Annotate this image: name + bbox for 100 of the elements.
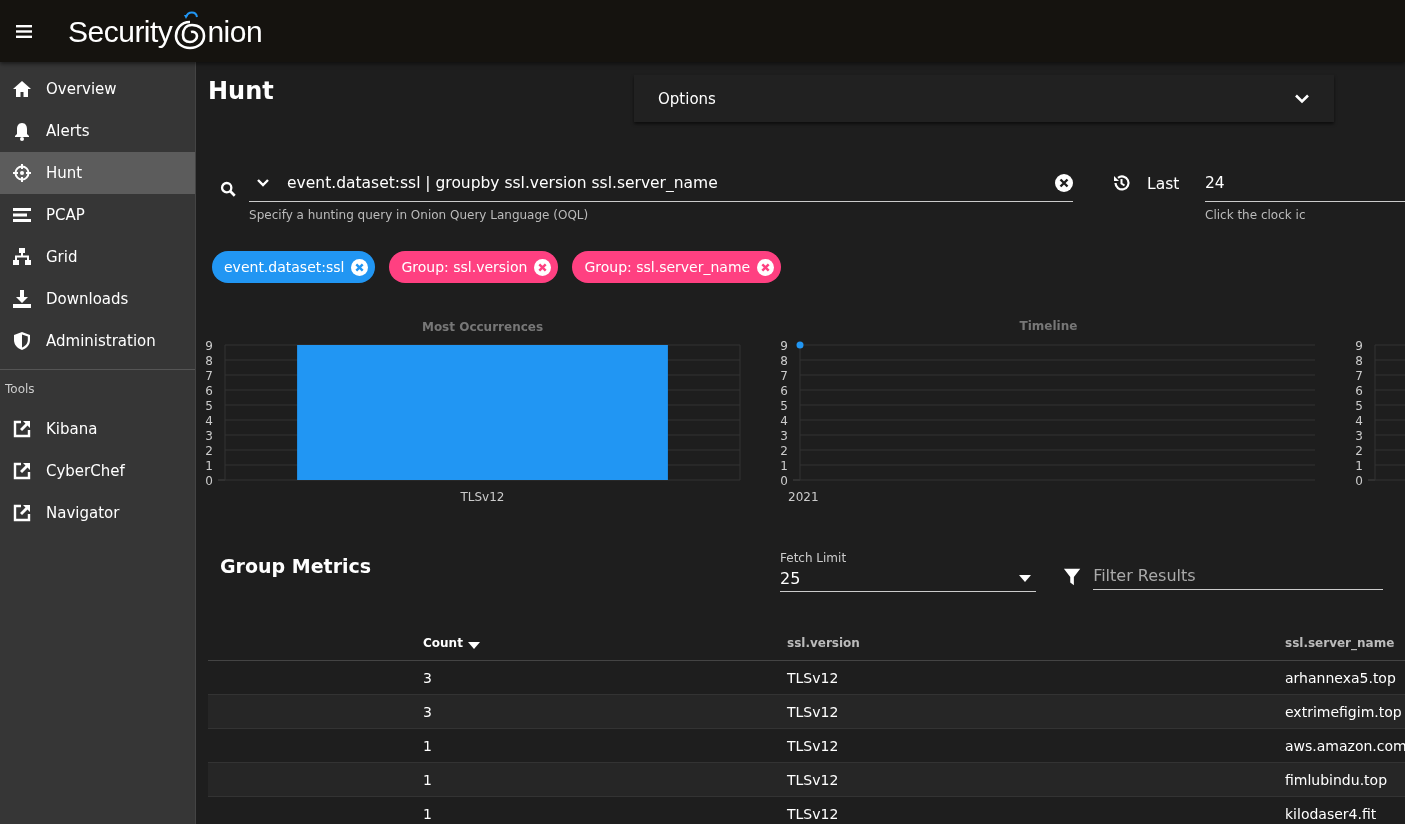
- external-link-icon: [12, 503, 32, 523]
- y-tick-label: 3: [780, 428, 788, 443]
- y-axis: 0 1 2 3 4 5 6 7 8 9: [780, 338, 801, 488]
- y-tick-label: 9: [1355, 338, 1363, 353]
- table-cell: fimlubindu.top: [1285, 771, 1388, 788]
- table-cell: TLSv12: [787, 669, 839, 686]
- column-header[interactable]: ssl.server_name: [1285, 636, 1395, 650]
- y-tick-label: 4: [780, 413, 788, 428]
- table-cell: 3: [423, 703, 432, 720]
- download-icon: [12, 289, 32, 309]
- chart-title: Timeline: [1018, 318, 1079, 335]
- y-tick-label: 9: [780, 338, 788, 353]
- table-cell: 1: [423, 805, 432, 822]
- y-tick-label: 6: [780, 383, 788, 398]
- nav-item[interactable]: Downloads: [0, 278, 195, 320]
- options-panel[interactable]: Options: [634, 75, 1334, 122]
- field-hint: Click the clock ic: [1205, 208, 1307, 222]
- nav-link[interactable]: Kibana: [0, 408, 195, 450]
- table-cell: aws.amazon.com: [1285, 737, 1405, 754]
- menu-icon[interactable]: [16, 24, 32, 38]
- y-tick-label: 0: [780, 473, 788, 488]
- network-icon: [12, 247, 32, 267]
- external-link-icon: [12, 461, 32, 481]
- table-cell: extrimefigim.top: [1285, 703, 1402, 720]
- y-tick-label: 8: [205, 353, 213, 368]
- nav-item[interactable]: Alerts: [0, 110, 195, 152]
- table-cell: TLSv12: [787, 805, 839, 822]
- shield-icon: [12, 331, 32, 351]
- y-tick-label: 7: [780, 368, 788, 383]
- section-title: Group Metrics: [220, 555, 373, 577]
- y-tick-label: 1: [780, 458, 788, 473]
- field-hint: Specify a hunting query in Onion Query Language (OQL): [249, 208, 590, 222]
- nav-link[interactable]: Navigator: [0, 492, 195, 534]
- range-label: Last: [1147, 175, 1181, 195]
- list-icon: [12, 205, 32, 225]
- y-tick-label: 1: [1355, 458, 1363, 473]
- section-heading: Tools: [4, 381, 36, 398]
- nav-item[interactable]: Administration: [0, 320, 195, 362]
- y-tick-label: 5: [205, 398, 213, 413]
- y-tick-label: 7: [1355, 368, 1363, 383]
- table-cell: TLSv12: [787, 771, 839, 788]
- y-tick-label: 8: [780, 353, 788, 368]
- y-tick-label: 5: [1355, 398, 1363, 413]
- x-tick-label: TLSv12: [460, 490, 505, 503]
- y-tick-label: 0: [1355, 473, 1363, 488]
- y-tick-label: 2: [1355, 443, 1363, 458]
- y-tick-label: 6: [205, 383, 213, 398]
- table-cell: TLSv12: [787, 703, 839, 720]
- nav-item[interactable]: Overview: [0, 68, 195, 110]
- y-tick-label: 4: [1355, 413, 1363, 428]
- data-point: [796, 341, 804, 349]
- column-header[interactable]: Count: [423, 636, 463, 650]
- table-cell: TLSv12: [787, 737, 839, 754]
- y-tick-label: 4: [205, 413, 213, 428]
- select-value: 25: [780, 568, 801, 588]
- caret-down-icon: [1019, 574, 1031, 582]
- y-tick-label: 5: [780, 398, 788, 413]
- y-tick-label: 9: [205, 338, 213, 353]
- bell-icon: [12, 121, 32, 141]
- y-axis: 0 1 2 3 4 5 6 7 8 9: [205, 338, 226, 488]
- table-cell: arhannexa5.top: [1285, 669, 1396, 686]
- y-tick-label: 7: [205, 368, 213, 383]
- y-tick-label: 2: [780, 443, 788, 458]
- y-tick-label: 1: [205, 458, 213, 473]
- field-label: Fetch Limit: [780, 551, 848, 565]
- logo-text: nion: [207, 16, 263, 47]
- page-title: Hunt: [208, 77, 275, 105]
- y-axis: 0 1 2 3 4 5 6 7 8 9: [1355, 338, 1376, 488]
- search-icon[interactable]: [220, 180, 237, 198]
- history-icon[interactable]: [1111, 173, 1131, 193]
- y-tick-label: 2: [205, 443, 213, 458]
- y-tick-label: 3: [205, 428, 213, 443]
- table-cell: 1: [423, 771, 432, 788]
- range-field[interactable]: 24: [1205, 164, 1405, 202]
- nav-link[interactable]: CyberChef: [0, 450, 195, 492]
- crosshair-icon: [12, 163, 32, 183]
- fetch-limit-select[interactable]: Fetch Limit 25: [780, 551, 1036, 592]
- onion-swirl-icon: [173, 9, 208, 50]
- filter-field[interactable]: Filter Results: [1093, 561, 1383, 590]
- nav-item[interactable]: Grid: [0, 236, 195, 278]
- table-cell: kilodaser4.fit: [1285, 805, 1377, 822]
- table-cell: 3: [423, 669, 432, 686]
- filter-icon: [1063, 567, 1082, 587]
- y-tick-label: 8: [1355, 353, 1363, 368]
- close-icon[interactable]: [351, 258, 369, 276]
- close-icon[interactable]: [757, 258, 775, 276]
- y-tick-label: 6: [1355, 383, 1363, 398]
- logo-text: Security: [68, 16, 173, 47]
- x-tick-label: 2021: [788, 490, 819, 503]
- sort-down-icon[interactable]: [467, 642, 480, 649]
- y-tick-label: 3: [1355, 428, 1363, 443]
- clear-icon[interactable]: [1055, 173, 1073, 192]
- close-icon[interactable]: [534, 258, 552, 276]
- caret-down-icon[interactable]: [256, 177, 271, 188]
- query-field[interactable]: event.dataset:ssl | groupby ssl.version ssl.server_name: [287, 173, 1055, 192]
- y-tick-label: 0: [205, 473, 213, 488]
- home-icon: [12, 79, 32, 99]
- column-header[interactable]: ssl.version: [787, 636, 860, 650]
- nav-item[interactable]: PCAP: [0, 194, 195, 236]
- nav-item[interactable]: Hunt: [0, 152, 195, 194]
